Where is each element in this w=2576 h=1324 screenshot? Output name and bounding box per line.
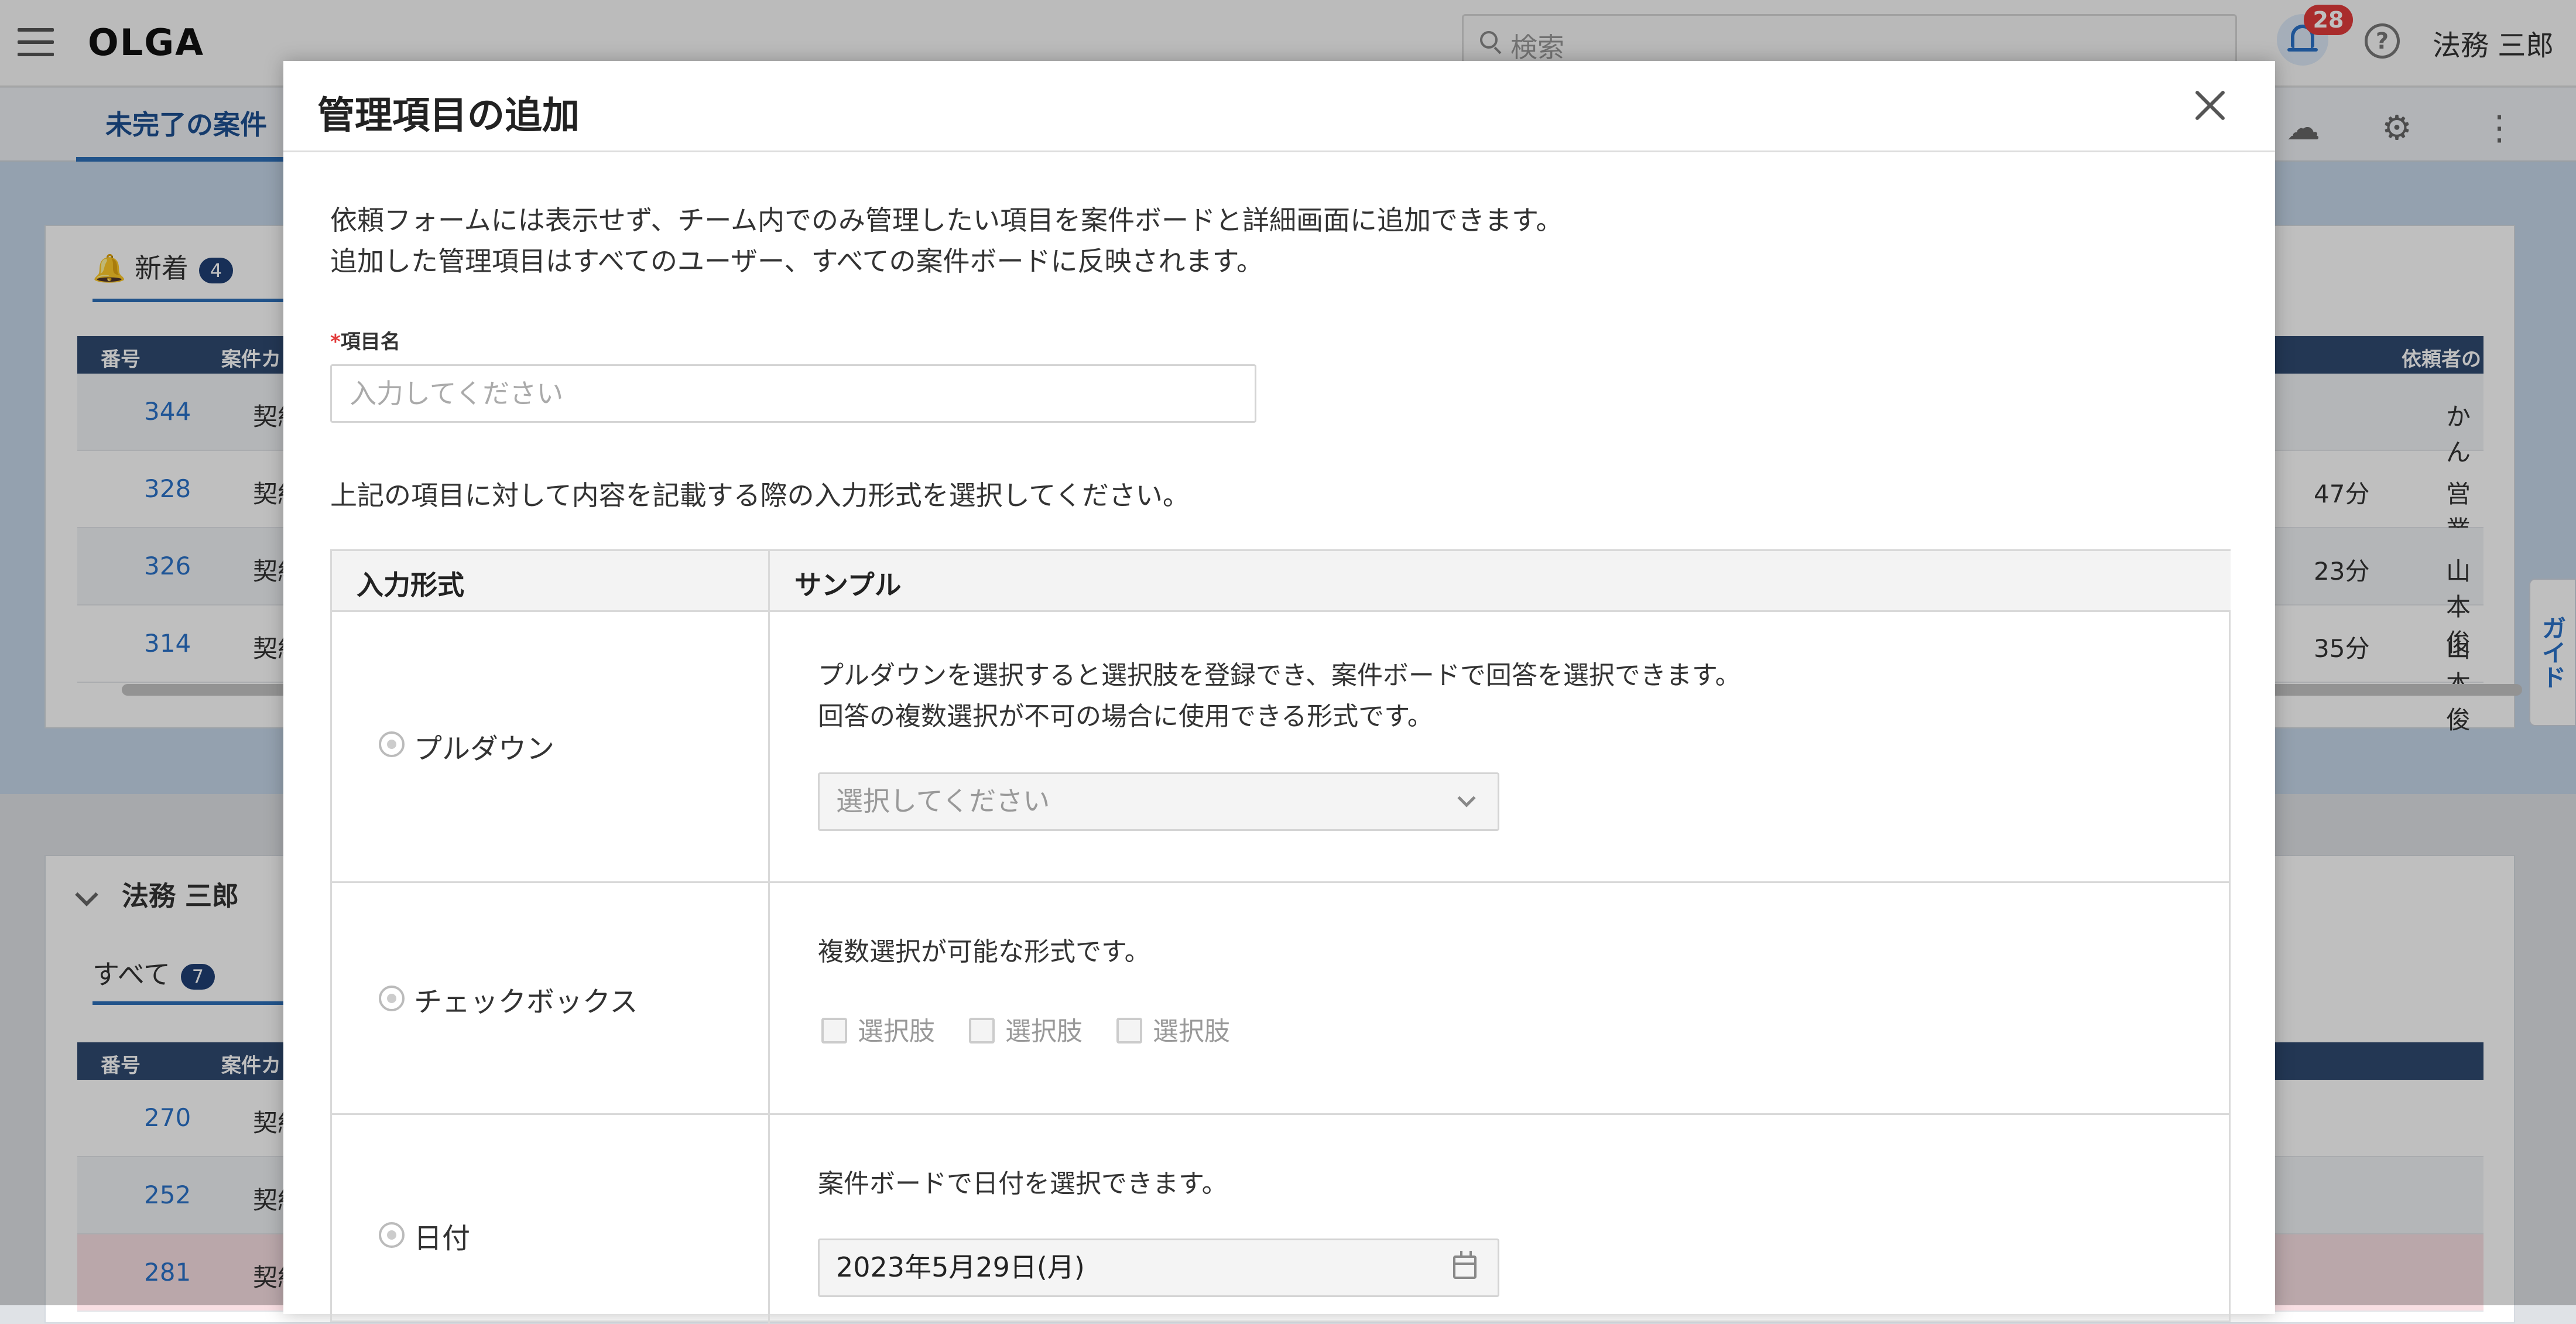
sample-checkbox: 選択肢 xyxy=(821,1010,935,1048)
header-input-format-text: 入力形式 xyxy=(357,569,464,601)
row-divider xyxy=(332,1113,2229,1115)
pulldown-description-line1: プルダウンを選択すると選択肢を登録でき、案件ボードで回答を選択できます。 xyxy=(818,661,1741,690)
dialog-header: 管理項目の追加 xyxy=(283,61,2275,152)
dialog-description-line1: 依頼フォームには表示せず、チーム内でのみ管理したい項目を案件ボードと詳細画面に追… xyxy=(330,204,1563,236)
radio-date[interactable] xyxy=(379,1222,405,1248)
radio-date-label[interactable]: 日付 xyxy=(414,1215,470,1256)
item-name-label-text: 項目名 xyxy=(340,330,400,354)
input-format-table: 入力形式 サンプル プルダウン プルダウンを選択すると選択肢を登録でき、案件ボー… xyxy=(330,549,2231,1324)
dialog-description-line2: 追加した管理項目はすべてのユーザー、すべての案件ボードに反映されます。 xyxy=(330,245,1263,277)
date-value: 2023年5月29日(月) xyxy=(836,1251,1085,1283)
checkbox-option-label: 選択肢 xyxy=(858,1017,935,1046)
pulldown-description-line2: 回答の複数選択が不可の場合に使用できる形式です。 xyxy=(818,702,1433,731)
date-description: 案件ボードで日付を選択できます。 xyxy=(818,1169,1228,1199)
row-divider xyxy=(332,881,2229,883)
sample-checkbox: 選択肢 xyxy=(969,1010,1083,1048)
calendar-icon xyxy=(1453,1251,1477,1279)
checkbox-option-label: 選択肢 xyxy=(1005,1017,1083,1046)
checkbox-description: 複数選択が可能な形式です。 xyxy=(818,937,1150,967)
dialog-title: 管理項目の追加 xyxy=(317,94,580,138)
item-name-input[interactable] xyxy=(330,364,1256,423)
checkbox-option-label: 選択肢 xyxy=(1153,1017,1230,1046)
sample-pulldown-select: 選択してください xyxy=(818,772,1499,831)
header-input-format: 入力形式 xyxy=(332,551,770,612)
sample-date-field: 2023年5月29日(月) xyxy=(818,1239,1499,1297)
checkbox-icon xyxy=(969,1018,995,1044)
checkbox-icon xyxy=(821,1018,847,1044)
radio-checkbox-label[interactable]: チェックボックス xyxy=(414,979,638,1019)
header-sample-text: サンプル xyxy=(794,569,902,601)
sample-checkbox: 選択肢 xyxy=(1116,1010,1230,1048)
select-placeholder: 選択してください xyxy=(836,785,1050,817)
radio-checkbox[interactable] xyxy=(379,986,405,1011)
add-management-item-dialog: 管理項目の追加 依頼フォームには表示せず、チーム内でのみ管理したい項目を案件ボー… xyxy=(283,61,2275,1324)
radio-pulldown[interactable] xyxy=(379,731,405,757)
close-icon[interactable] xyxy=(2188,83,2233,128)
header-sample: サンプル xyxy=(770,551,2231,612)
radio-pulldown-label[interactable]: プルダウン xyxy=(414,726,554,767)
column-divider xyxy=(768,612,770,1324)
input-format-instruction: 上記の項目に対して内容を記載する際の入力形式を選択してください。 xyxy=(330,480,1190,511)
chevron-down-icon xyxy=(1457,789,1476,808)
item-name-label: *項目名 xyxy=(330,326,400,354)
required-mark: * xyxy=(330,330,341,354)
checkbox-icon xyxy=(1116,1018,1142,1044)
